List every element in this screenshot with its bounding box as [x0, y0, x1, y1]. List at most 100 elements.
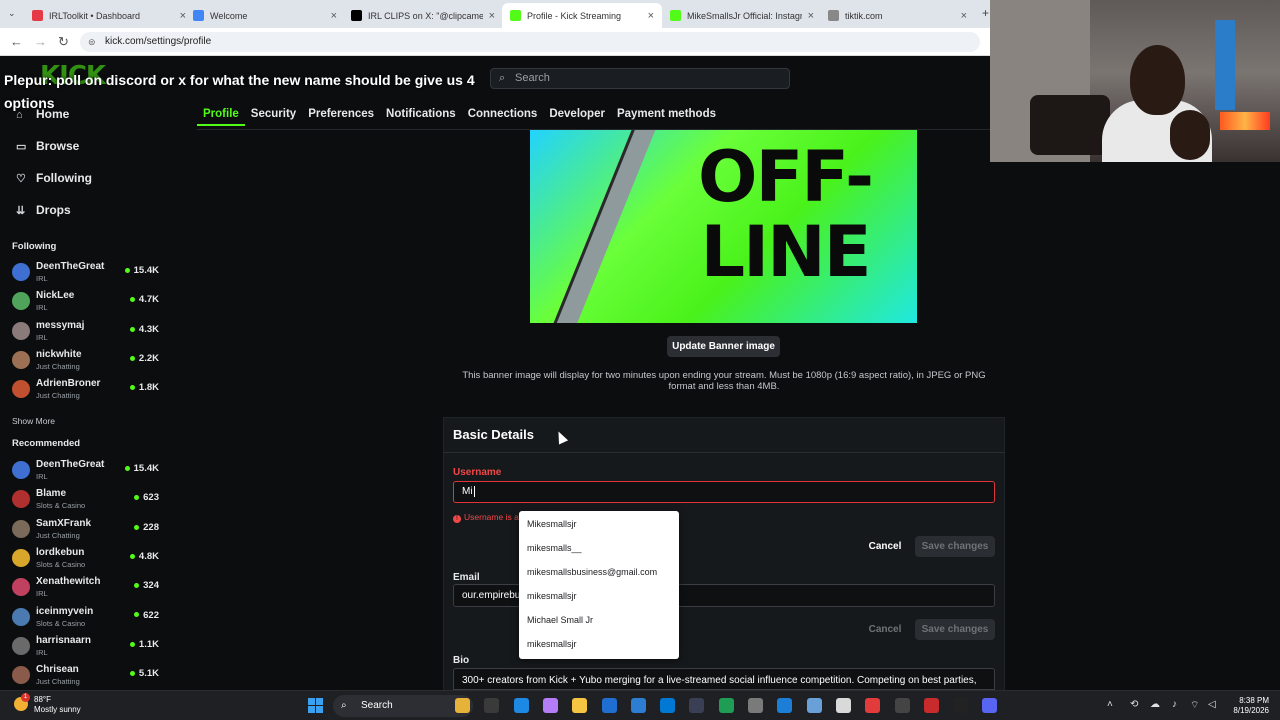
- channel-category: Slots & Casino: [36, 618, 86, 628]
- banner-text: OFF- LINE: [697, 136, 874, 293]
- taskbar-search[interactable]: ⌕ Search: [333, 695, 473, 717]
- browser-tab[interactable]: IRLToolkit • Dashboard ×: [24, 3, 194, 28]
- site-info-icon[interactable]: ⊜: [88, 32, 96, 52]
- tab-connections[interactable]: Connections: [462, 104, 544, 126]
- taskbar-app-icon[interactable]: [894, 698, 910, 713]
- close-tab-icon[interactable]: ×: [648, 10, 654, 22]
- channel-name: iceinmyvein: [36, 605, 94, 617]
- clock[interactable]: 8:38 PM 8/19/2026: [1223, 696, 1269, 716]
- taskbar-app-icon[interactable]: [777, 698, 793, 713]
- bio-label: Bio: [453, 655, 470, 666]
- clock-time: 8:38 PM: [1239, 696, 1269, 705]
- browser-tab[interactable]: Welcome ×: [185, 3, 345, 28]
- autocomplete-option[interactable]: Michael Small Jr: [527, 615, 593, 625]
- taskbar-app-icon[interactable]: [630, 698, 646, 713]
- sidebar-item-following[interactable]: ♡ Following: [16, 171, 92, 185]
- close-tab-icon[interactable]: ×: [961, 10, 967, 22]
- channel-item[interactable]: NickLee IRL 4.7K: [12, 289, 162, 315]
- channel-item[interactable]: Chrisean Just Chatting 5.1K: [12, 663, 162, 689]
- search-input[interactable]: ⌕ Search: [490, 68, 790, 89]
- channel-item[interactable]: AdrienBroner Just Chatting 1.8K: [12, 377, 162, 403]
- tab-notifications[interactable]: Notifications: [380, 104, 462, 126]
- channel-item[interactable]: DeenTheGreat IRL 15.4K: [12, 458, 162, 484]
- channel-item[interactable]: DeenTheGreat IRL 15.4K: [12, 260, 162, 286]
- viewer-count: 324: [134, 580, 159, 591]
- taskbar-app-icon[interactable]: [923, 698, 939, 713]
- tab-preferences[interactable]: Preferences: [302, 104, 380, 126]
- taskbar-app-icon[interactable]: [689, 698, 705, 713]
- taskbar-app-icon[interactable]: [660, 698, 676, 713]
- taskbar-app-icon[interactable]: [982, 698, 998, 713]
- sidebar: ⌂ Home ▭ Browse ♡ Following ⇊ Drops Following Dee…: [0, 102, 175, 690]
- tab-profile[interactable]: Profile: [197, 104, 245, 126]
- channel-item[interactable]: messymaj IRL 4.3K: [12, 319, 162, 345]
- autocomplete-option[interactable]: Mikesmallsjr: [527, 519, 577, 529]
- browser-tab[interactable]: tiktik.com ×: [820, 3, 975, 28]
- browser-tab[interactable]: Profile - Kick Streaming ×: [502, 3, 662, 28]
- taskbar-app-icon[interactable]: [806, 698, 822, 713]
- taskbar-app-icon[interactable]: [601, 698, 617, 713]
- taskbar-app-icon[interactable]: [455, 698, 470, 713]
- show-more-link[interactable]: Show More: [12, 416, 55, 426]
- avatar: [12, 519, 30, 538]
- viewer-count-value: 15.4K: [133, 463, 159, 474]
- username-save-button[interactable]: Save changes: [915, 536, 995, 557]
- taskbar-app-icon[interactable]: [542, 698, 558, 713]
- taskbar-app-icon[interactable]: [748, 698, 763, 713]
- channel-item[interactable]: lordkebun Slots & Casino 4.8K: [12, 546, 162, 572]
- username-cancel-button[interactable]: Cancel: [862, 536, 908, 557]
- channel-item[interactable]: Xenathewitch IRL 324: [12, 575, 162, 601]
- bio-field[interactable]: 300+ creators from Kick + Yubo merging f…: [453, 668, 995, 690]
- update-banner-button[interactable]: Update Banner image: [667, 336, 780, 357]
- tab-security[interactable]: Security: [245, 104, 302, 126]
- taskbar-app-icon[interactable]: [572, 698, 588, 713]
- channel-name: Chrisean: [36, 664, 79, 676]
- reload-icon[interactable]: ↻: [58, 34, 69, 50]
- tab-list-chevron-icon[interactable]: ⌄: [8, 8, 16, 19]
- taskbar-app-icon[interactable]: [865, 698, 881, 713]
- close-tab-icon[interactable]: ×: [331, 10, 337, 22]
- autocomplete-option[interactable]: mikesmallsjr: [527, 591, 577, 601]
- taskbar-app-icon[interactable]: [953, 698, 969, 713]
- new-tab-button[interactable]: +: [982, 6, 989, 20]
- volume-icon[interactable]: ◁: [1208, 699, 1216, 710]
- close-tab-icon[interactable]: ×: [808, 10, 814, 22]
- taskbar-app-icon[interactable]: [484, 698, 500, 713]
- email-save-button[interactable]: Save changes: [915, 619, 995, 640]
- drops-icon: ⇊: [16, 205, 26, 217]
- sidebar-item-browse[interactable]: ▭ Browse: [16, 139, 79, 153]
- network-icon[interactable]: ⌔: [1190, 699, 1199, 712]
- close-tab-icon[interactable]: ×: [489, 10, 495, 22]
- browser-tab[interactable]: MikeSmallsJr Official: Instagran ×: [662, 3, 822, 28]
- taskbar-app-icon[interactable]: [513, 698, 529, 713]
- channel-item[interactable]: harrisnaarn IRL 1.1K: [12, 634, 162, 660]
- channel-item[interactable]: SamXFrank Just Chatting 228: [12, 517, 162, 543]
- avatar: [12, 548, 30, 567]
- username-field[interactable]: Mi: [453, 481, 995, 503]
- url-field[interactable]: ⊜ kick.com/settings/profile: [80, 32, 980, 52]
- tray-cloud-icon[interactable]: ☁: [1150, 699, 1160, 710]
- tray-app-icon[interactable]: ⟲: [1130, 699, 1138, 710]
- browser-tab[interactable]: IRL CLIPS on X: "@clipcamel Th ×: [343, 3, 503, 28]
- forward-icon[interactable]: →: [34, 34, 47, 49]
- taskbar-app-icon[interactable]: [835, 698, 851, 713]
- sidebar-item-drops[interactable]: ⇊ Drops: [16, 203, 71, 217]
- channel-item[interactable]: iceinmyvein Slots & Casino 622: [12, 605, 162, 631]
- taskbar-app-icon[interactable]: [718, 698, 734, 713]
- start-button[interactable]: [308, 698, 324, 714]
- tab-payment-methods[interactable]: Payment methods: [611, 104, 722, 126]
- channel-item[interactable]: Blame Slots & Casino 623: [12, 487, 162, 513]
- live-dot-icon: [134, 583, 140, 589]
- recommended-heading: Recommended: [12, 438, 81, 449]
- tray-chevron-icon[interactable]: ˄: [1107, 699, 1113, 710]
- microphone-icon[interactable]: ♪: [1172, 699, 1177, 710]
- autocomplete-option[interactable]: mikesmallsjr: [527, 639, 577, 649]
- live-dot-icon: [124, 267, 130, 273]
- autocomplete-option[interactable]: mikesmallsbusiness@gmail.com: [527, 567, 657, 577]
- autocomplete-dropdown: Mikesmallsjr mikesmalls__ mikesmallsbusine…: [519, 511, 679, 659]
- channel-item[interactable]: nickwhite Just Chatting 2.2K: [12, 348, 162, 374]
- tab-developer[interactable]: Developer: [543, 104, 611, 126]
- email-cancel-button[interactable]: Cancel: [862, 619, 908, 640]
- back-icon[interactable]: ←: [10, 34, 23, 49]
- autocomplete-option[interactable]: mikesmalls__: [527, 543, 582, 553]
